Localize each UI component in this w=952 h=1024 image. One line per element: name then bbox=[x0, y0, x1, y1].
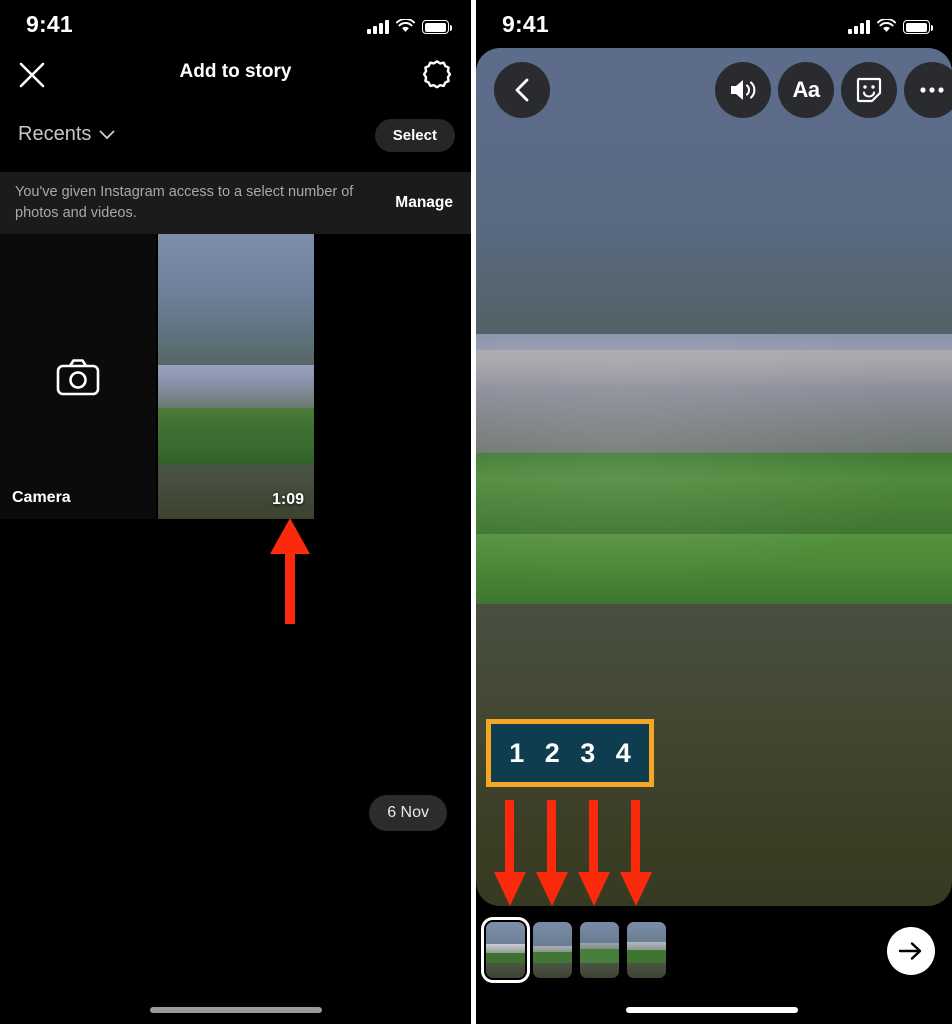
annotation-number-badge: 1 2 3 4 bbox=[486, 719, 654, 787]
camera-label: Camera bbox=[12, 489, 71, 506]
left-phone-screen: 9:41 Add to story Recents Select You've … bbox=[0, 0, 471, 1024]
badge-number-2: 2 bbox=[544, 737, 560, 768]
photo-gallery-grid: Camera 1:09 bbox=[0, 234, 471, 519]
chevron-down-icon bbox=[99, 130, 115, 139]
sticker-smiley-icon bbox=[856, 77, 882, 103]
wifi-icon bbox=[396, 19, 415, 32]
status-bar-left: 9:41 bbox=[0, 0, 471, 48]
recents-dropdown[interactable]: Recents bbox=[18, 123, 115, 146]
annotation-arrow-down-1 bbox=[494, 800, 526, 906]
battery-icon bbox=[903, 20, 933, 34]
speaker-icon bbox=[731, 80, 756, 100]
gallery-empty-tile bbox=[316, 234, 471, 519]
home-indicator-right bbox=[626, 1007, 798, 1013]
text-tool-button[interactable]: Aa bbox=[778, 62, 834, 118]
ellipsis-icon bbox=[920, 87, 944, 93]
story-thumbnail-2[interactable] bbox=[533, 922, 572, 978]
camera-tile[interactable]: Camera bbox=[0, 234, 156, 519]
annotation-arrow-down-2 bbox=[536, 800, 568, 906]
status-time: 9:41 bbox=[26, 11, 73, 37]
manage-permissions-button[interactable]: Manage bbox=[395, 194, 453, 212]
annotation-arrow-down-3 bbox=[578, 800, 610, 906]
permission-text: You've given Instagram access to a selec… bbox=[15, 184, 354, 221]
signal-bars-icon bbox=[848, 19, 870, 34]
annotation-arrow-down-4 bbox=[620, 800, 652, 906]
select-button[interactable]: Select bbox=[374, 119, 455, 152]
date-badge: 6 Nov bbox=[369, 795, 447, 831]
screenshot-root: 9:41 Add to story Recents Select You've … bbox=[0, 0, 952, 1024]
gear-icon[interactable] bbox=[421, 58, 453, 90]
back-button[interactable] bbox=[494, 62, 550, 118]
audio-button[interactable] bbox=[715, 62, 771, 118]
story-photo-image bbox=[476, 334, 952, 604]
photo-thumbnail-image bbox=[158, 234, 314, 519]
signal-bars-icon bbox=[367, 19, 389, 34]
video-duration-label: 1:09 bbox=[271, 491, 304, 508]
status-icons bbox=[848, 14, 933, 34]
status-bar-right: 9:41 bbox=[476, 0, 952, 48]
recents-label: Recents bbox=[18, 123, 92, 145]
nav-bar: Add to story bbox=[0, 48, 471, 103]
gallery-item-1[interactable]: 1:09 bbox=[158, 234, 314, 519]
story-thumbnail-strip bbox=[481, 917, 666, 983]
annotation-arrow-up bbox=[270, 518, 310, 624]
story-thumbnail-3[interactable] bbox=[580, 922, 619, 978]
battery-icon bbox=[422, 20, 452, 34]
next-button[interactable] bbox=[887, 927, 935, 975]
text-tool-label: Aa bbox=[792, 77, 820, 102]
badge-number-4: 4 bbox=[615, 737, 631, 768]
home-indicator-left bbox=[150, 1007, 322, 1013]
photo-permission-banner: You've given Instagram access to a selec… bbox=[0, 172, 471, 234]
status-time: 9:41 bbox=[502, 11, 549, 37]
story-thumbnail-4[interactable] bbox=[627, 922, 666, 978]
page-title: Add to story bbox=[179, 61, 292, 82]
gallery-filter-row: Recents Select bbox=[0, 114, 471, 166]
status-icons bbox=[367, 14, 452, 34]
camera-icon bbox=[56, 358, 100, 395]
chevron-left-icon bbox=[515, 78, 529, 102]
sticker-button[interactable] bbox=[841, 62, 897, 118]
more-options-button[interactable] bbox=[904, 62, 952, 118]
badge-number-3: 3 bbox=[580, 737, 596, 768]
arrow-right-icon bbox=[898, 942, 922, 960]
story-thumbnail-1[interactable] bbox=[481, 917, 530, 983]
badge-number-1: 1 bbox=[509, 737, 525, 768]
wifi-icon bbox=[877, 19, 896, 32]
